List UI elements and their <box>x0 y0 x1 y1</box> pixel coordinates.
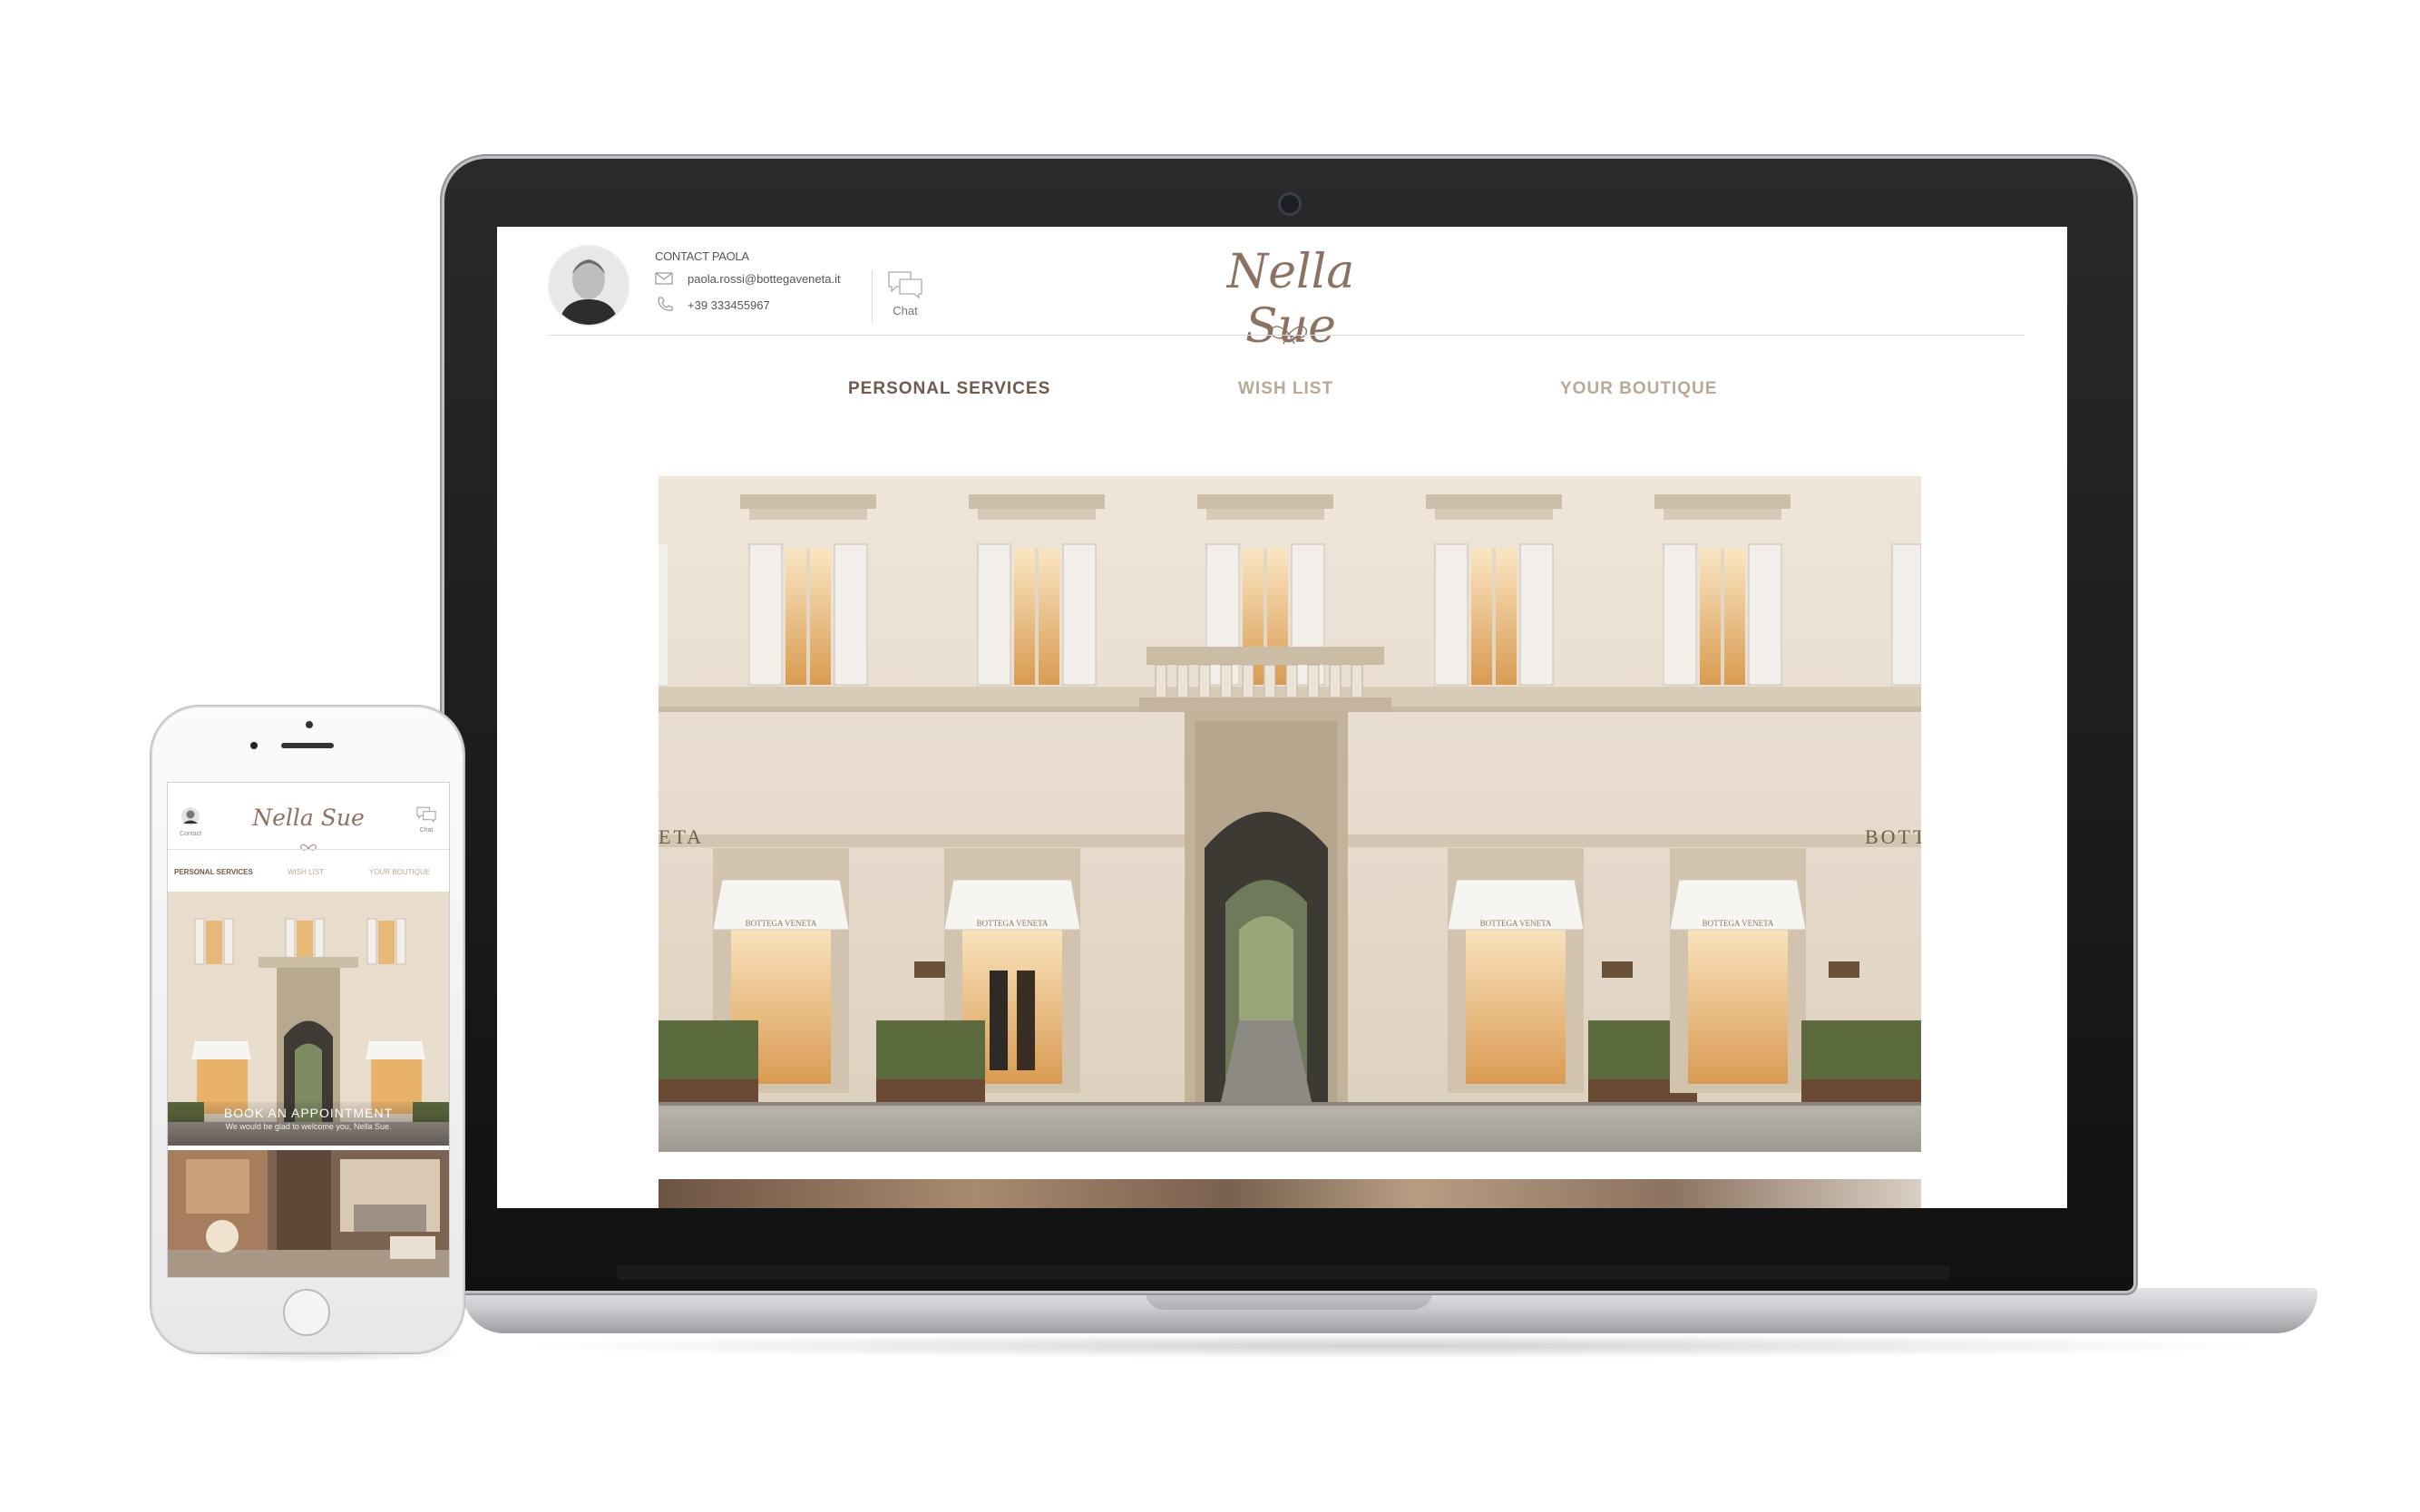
laptop-hinge <box>617 1265 1950 1280</box>
mobile-avatar-icon <box>181 807 200 825</box>
book-appointment-title[interactable]: BOOK AN APPOINTMENT <box>168 1106 449 1120</box>
nav-your-boutique[interactable]: YOUR BOUTIQUE <box>1560 379 1717 399</box>
mobile-chat-label: Chat <box>419 827 434 834</box>
desktop-screen: CONTACT PAOLA paola.rossi@bottegaveneta.… <box>497 227 2067 1208</box>
hero-boutique-image: BOTTEGA VENETA BOTTEGA VENETA BOTTEGA VE… <box>659 476 1921 1152</box>
mobile-contact-button[interactable]: Contact <box>177 806 204 837</box>
mobile-contact-label: Contact <box>179 831 202 837</box>
mobile-chat-button[interactable]: Chat <box>413 806 440 834</box>
mobile-nav-wish-list[interactable]: WISH LIST <box>288 868 324 876</box>
contact-phone-link[interactable]: +39 333455967 <box>688 298 770 312</box>
awning-text-3: BOTTEGA VENETA <box>1480 919 1552 928</box>
mobile-brand-logo[interactable]: Nella Sue <box>249 805 367 831</box>
contact-divider <box>872 270 873 323</box>
boutique-facade-illustration: BOTTEGA VENETA BOTTEGA VENETA BOTTEGA VE… <box>659 476 1921 1152</box>
book-appointment-subtitle: We would be glad to welcome you, Nella S… <box>225 1122 392 1131</box>
chat-label: Chat <box>893 304 918 317</box>
chat-button[interactable]: Chat <box>885 270 925 325</box>
awning-text-4: BOTTEGA VENETA <box>1703 919 1774 928</box>
phone-proximity-sensor-icon <box>250 742 258 749</box>
mobile-hero-image[interactable]: BOOK AN APPOINTMENT We would be glad to … <box>168 892 449 1146</box>
mobile-interior-image[interactable] <box>168 1150 449 1277</box>
phone-speaker-icon <box>281 743 334 748</box>
mobile-nav-your-boutique[interactable]: YOUR BOUTIQUE <box>369 868 430 876</box>
contact-email-link[interactable]: paola.rossi@bottegaveneta.it <box>688 272 841 286</box>
mobile-header-rule <box>168 849 449 850</box>
phone-front-camera-icon <box>306 721 313 728</box>
header-rule <box>548 335 2025 336</box>
mobile-interior-illustration <box>168 1150 449 1277</box>
nav-personal-services[interactable]: PERSONAL SERVICES <box>848 379 1050 399</box>
contact-heading: CONTACT PAOLA <box>655 249 749 263</box>
contact-avatar[interactable] <box>548 245 629 327</box>
bow-ornament-icon <box>1268 322 1310 350</box>
facade-sign-right: BOTT <box>1865 825 1921 848</box>
facade-sign-left: ETA <box>659 825 704 848</box>
chat-bubble-icon <box>888 271 922 299</box>
avatar-portrait-icon <box>550 247 628 325</box>
phone-icon <box>657 296 673 317</box>
laptop-trackpad-notch <box>1145 1288 1433 1310</box>
nav-wish-list[interactable]: WISH LIST <box>1238 379 1333 399</box>
mail-icon <box>655 272 673 289</box>
interior-image-strip <box>659 1179 1921 1208</box>
phone-home-button[interactable] <box>283 1289 330 1336</box>
awning-text-2: BOTTEGA VENETA <box>977 919 1049 928</box>
webcam-icon <box>1278 192 1302 216</box>
mobile-screen: Contact Nella Sue Chat PERSONAL SERVICES… <box>167 782 450 1278</box>
mobile-nav-personal-services[interactable]: PERSONAL SERVICES <box>174 868 253 876</box>
mobile-chat-icon <box>416 806 436 824</box>
laptop-shadow <box>508 1333 2277 1359</box>
mobile-bow-ornament-icon <box>299 842 317 858</box>
awning-text-1: BOTTEGA VENETA <box>746 919 817 928</box>
